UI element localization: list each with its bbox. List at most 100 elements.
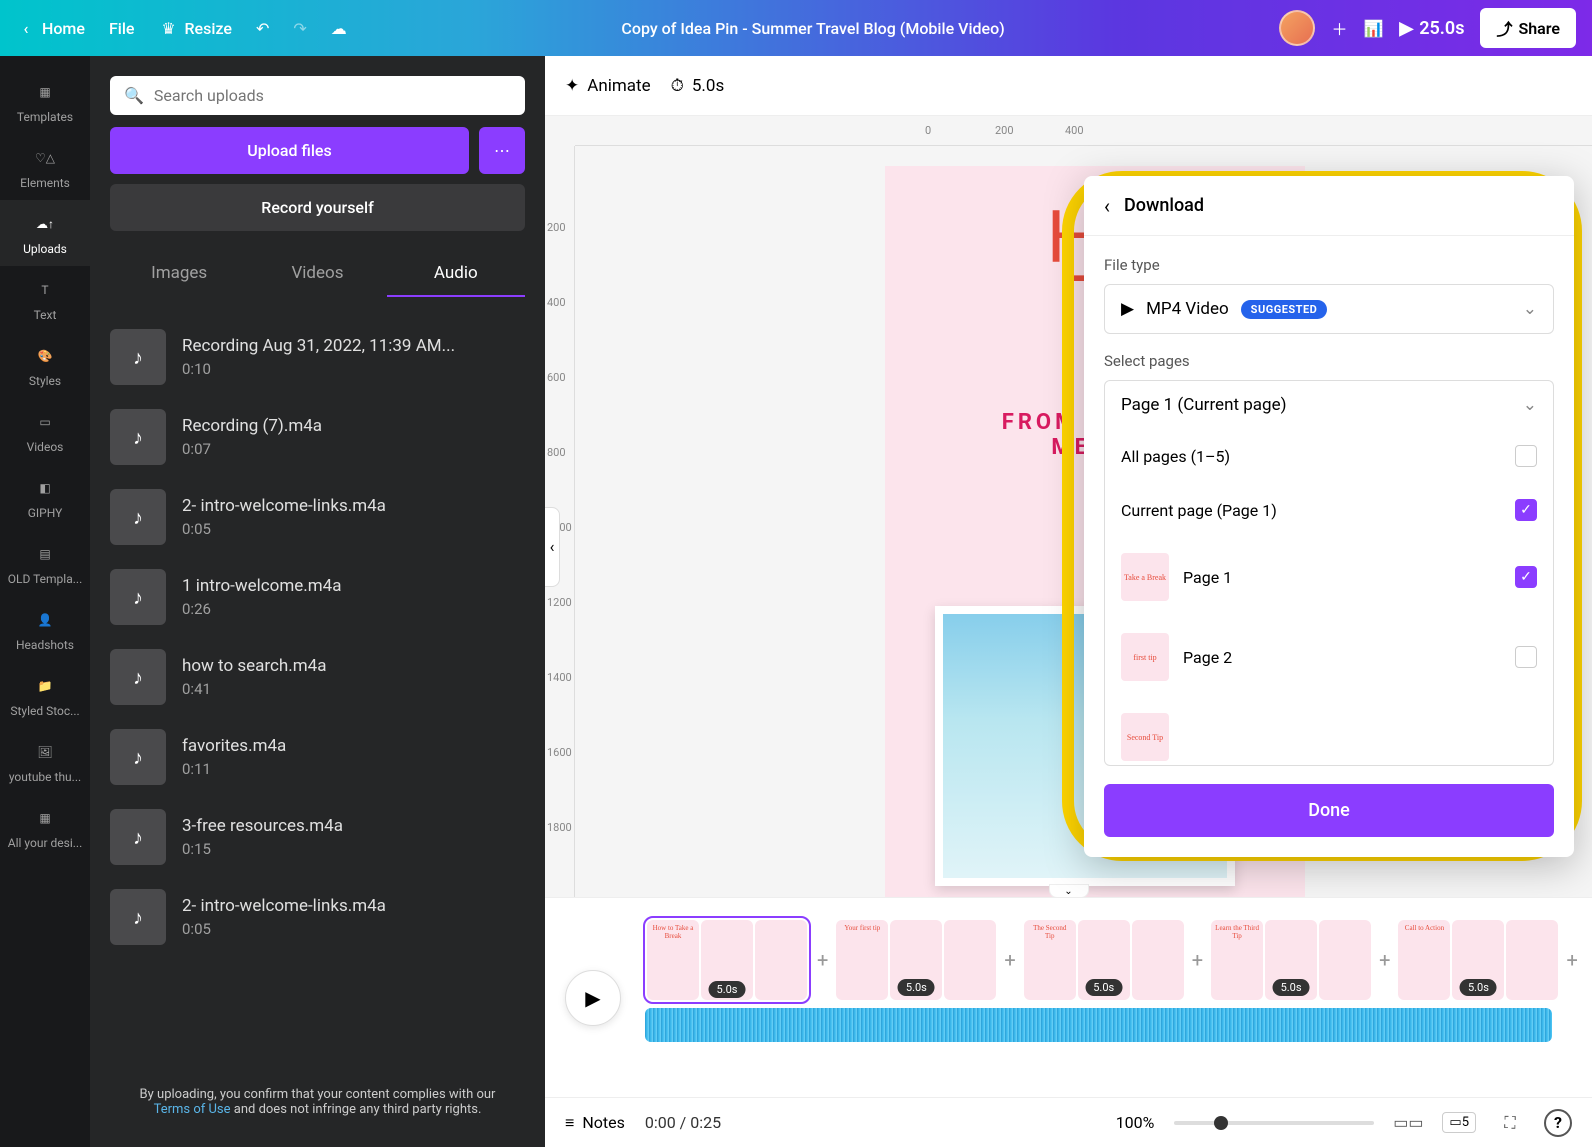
page-count-button[interactable]: ▭5	[1442, 1112, 1476, 1133]
rail-styled-stock[interactable]: 📁Styled Stoc...	[0, 662, 90, 728]
play-icon: ▶	[1399, 18, 1413, 39]
document-title[interactable]: Copy of Idea Pin - Summer Travel Blog (M…	[347, 19, 1280, 38]
page-thumbnail: first tip	[1121, 633, 1169, 681]
option-current-page[interactable]: Current page (Page 1) ✓	[1105, 483, 1553, 537]
timeline-clip-5[interactable]: Call to Action 5.0s	[1398, 920, 1558, 1000]
timeline-audio-track[interactable]	[645, 1008, 1552, 1042]
search-input[interactable]	[154, 86, 511, 105]
selectpages-select[interactable]: Page 1 (Current page) ⌄	[1104, 380, 1554, 429]
tab-videos[interactable]: Videos	[248, 251, 386, 297]
audio-item[interactable]: ♪Recording Aug 31, 2022, 11:39 AM...0:10	[110, 317, 525, 397]
suggested-badge: SUGGESTED	[1241, 300, 1328, 319]
add-page-button[interactable]: +	[817, 946, 828, 974]
rail-uploads[interactable]: ☁↑Uploads	[0, 200, 90, 266]
bottom-bar: ≡ Notes 0:00 / 0:25 100% ▭▭ ▭5 ⛶ ?	[545, 1097, 1592, 1147]
add-member-button[interactable]: ＋	[1331, 16, 1347, 40]
crown-icon: ♛	[158, 18, 178, 38]
audio-icon: ♪	[110, 729, 166, 785]
rail-old-templates[interactable]: ▤OLD Templa...	[0, 530, 90, 596]
page-thumbnail: Take a Break	[1121, 553, 1169, 601]
canvas-viewport[interactable]: ‹ 0 200 400 200 400 600 800 1000 1200 14…	[545, 116, 1592, 897]
audio-item[interactable]: ♪2- intro-welcome-links.m4a0:05	[110, 477, 525, 557]
rail-youtube-thu[interactable]: 🖼youtube thu...	[0, 728, 90, 794]
timeline-clip-3[interactable]: The Second Tip 5.0s	[1024, 920, 1184, 1000]
collapse-timeline-button[interactable]: ⌄	[1049, 884, 1089, 898]
option-page-1[interactable]: Take a Break Page 1 ✓	[1105, 537, 1553, 617]
home-label: Home	[42, 19, 85, 38]
audio-item[interactable]: ♪Recording (7).m4a0:07	[110, 397, 525, 477]
search-icon: 🔍	[124, 86, 144, 105]
notes-button[interactable]: ≡ Notes	[565, 1113, 625, 1133]
page-options-dropdown: All pages (1–5) Current page (Page 1) ✓ …	[1104, 429, 1554, 766]
cloud-sync-button[interactable]: ☁	[331, 19, 347, 38]
top-bar: ‹ Home File ♛ Resize ↶ ↷ ☁ Copy of Idea …	[0, 0, 1592, 56]
chevron-down-icon: ⌄	[1064, 886, 1072, 897]
option-all-pages[interactable]: All pages (1–5)	[1105, 429, 1553, 483]
back-button[interactable]: ‹	[1104, 194, 1110, 218]
rail-templates[interactable]: ▦Templates	[0, 68, 90, 134]
image-icon: 🖼	[31, 738, 59, 766]
clock-icon: ⏱	[671, 76, 684, 96]
filetype-select[interactable]: ▶ MP4 Video SUGGESTED ⌄	[1104, 284, 1554, 334]
redo-button[interactable]: ↷	[293, 19, 306, 38]
ellipsis-icon: ⋯	[494, 141, 510, 160]
page-duration-button[interactable]: ⏱ 5.0s	[671, 76, 725, 96]
zoom-slider[interactable]	[1174, 1121, 1374, 1125]
side-rail: ▦Templates ♡△Elements ☁↑Uploads TText 🎨S…	[0, 56, 90, 1147]
rail-headshots[interactable]: 👤Headshots	[0, 596, 90, 662]
tab-images[interactable]: Images	[110, 251, 248, 297]
audio-item[interactable]: ♪how to search.m4a0:41	[110, 637, 525, 717]
timeline-clip-2[interactable]: Your first tip 5.0s	[836, 920, 996, 1000]
upload-more-button[interactable]: ⋯	[479, 127, 525, 174]
rail-text[interactable]: TText	[0, 266, 90, 332]
add-page-button[interactable]: +	[1192, 946, 1203, 974]
timeline-clip-4[interactable]: Learn the Third Tip 5.0s	[1211, 920, 1371, 1000]
tab-audio[interactable]: Audio	[387, 251, 525, 297]
option-page-3[interactable]: Second Tip	[1105, 697, 1553, 765]
add-page-button[interactable]: +	[1004, 946, 1015, 974]
rail-giphy[interactable]: ◧GIPHY	[0, 464, 90, 530]
audio-item[interactable]: ♪3-free resources.m4a0:15	[110, 797, 525, 877]
checkbox-icon[interactable]	[1515, 646, 1537, 668]
download-dialog: ‹ Download File type ▶ MP4 Video SUGGEST…	[1084, 176, 1574, 857]
slider-thumb[interactable]	[1214, 1116, 1228, 1130]
rail-styles[interactable]: 🎨Styles	[0, 332, 90, 398]
add-page-button[interactable]: +	[1566, 946, 1577, 974]
timeline-play-button[interactable]: ▶	[565, 970, 621, 1026]
audio-icon: ♪	[110, 409, 166, 465]
done-button[interactable]: Done	[1104, 784, 1554, 837]
checkbox-checked-icon[interactable]: ✓	[1515, 499, 1537, 521]
timeline-clip-1[interactable]: How to Take a Break 5.0s	[645, 918, 809, 1002]
audio-item[interactable]: ♪favorites.m4a0:11	[110, 717, 525, 797]
file-menu[interactable]: File	[109, 19, 135, 38]
giphy-icon: ◧	[31, 474, 59, 502]
avatar[interactable]	[1279, 10, 1315, 46]
search-uploads[interactable]: 🔍	[110, 76, 525, 115]
add-page-button[interactable]: +	[1379, 946, 1390, 974]
resize-button[interactable]: ♛ Resize	[158, 18, 231, 38]
upload-files-button[interactable]: Upload files	[110, 127, 469, 174]
fullscreen-button[interactable]: ⛶	[1496, 1109, 1524, 1137]
animate-button[interactable]: ✦ Animate	[565, 76, 651, 96]
share-button[interactable]: ⤴ Share	[1480, 8, 1576, 48]
rail-elements[interactable]: ♡△Elements	[0, 134, 90, 200]
rail-videos[interactable]: ▭Videos	[0, 398, 90, 464]
grid-view-button[interactable]: ▭▭	[1394, 1109, 1422, 1137]
collapse-panel-button[interactable]: ‹	[545, 507, 560, 587]
rail-all-designs[interactable]: ▦All your desi...	[0, 794, 90, 860]
undo-button[interactable]: ↶	[256, 19, 269, 38]
canvas-toolbar: ✦ Animate ⏱ 5.0s	[545, 56, 1592, 116]
home-button[interactable]: ‹ Home	[16, 18, 85, 38]
play-preview-button[interactable]: ▶ 25.0s	[1399, 18, 1464, 39]
checkbox-icon[interactable]	[1515, 445, 1537, 467]
record-yourself-button[interactable]: Record yourself	[110, 184, 525, 231]
chevron-left-icon: ‹	[1104, 194, 1110, 218]
audio-item[interactable]: ♪1 intro-welcome.m4a0:26	[110, 557, 525, 637]
terms-link[interactable]: Terms of Use	[154, 1102, 231, 1117]
option-page-2[interactable]: first tip Page 2	[1105, 617, 1553, 697]
audio-icon: ♪	[110, 649, 166, 705]
audio-item[interactable]: ♪2- intro-welcome-links.m4a0:05	[110, 877, 525, 957]
checkbox-checked-icon[interactable]: ✓	[1515, 566, 1537, 588]
insights-button[interactable]: 📊	[1363, 19, 1383, 38]
help-button[interactable]: ?	[1544, 1109, 1572, 1137]
